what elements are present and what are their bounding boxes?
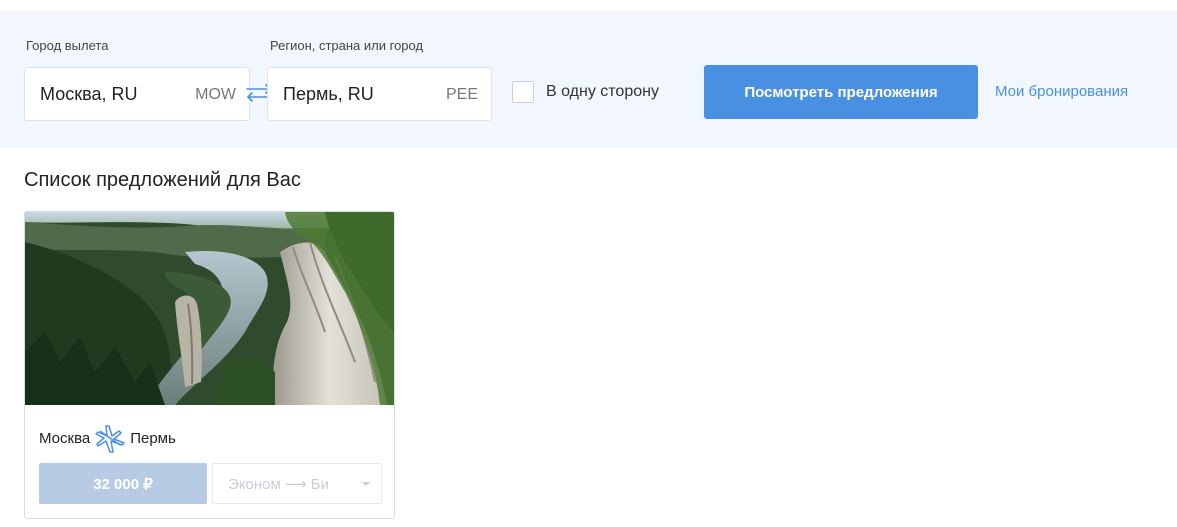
from-code: MOW: [195, 86, 236, 103]
from-city: Москва, RU: [40, 84, 138, 104]
class-select[interactable]: Эконом ⟶ Би: [212, 463, 382, 504]
chevron-down-icon: [362, 482, 370, 486]
my-bookings-link[interactable]: Мои бронирования: [995, 83, 1128, 100]
from-field[interactable]: Москва, RU MOW: [24, 67, 250, 121]
route: Москва Пермь: [39, 424, 176, 453]
one-way-checkbox[interactable]: [512, 81, 534, 103]
price-button[interactable]: 32 000 ₽: [39, 463, 207, 504]
destination-photo: [25, 212, 394, 405]
to-field[interactable]: Пермь, RU PEE: [267, 67, 492, 121]
view-offers-button[interactable]: Посмотреть предложения: [704, 65, 978, 119]
route-from: Москва: [39, 429, 91, 447]
offer-card[interactable]: Москва Пермь 32 000 ₽ Эконом ⟶ Би: [24, 211, 395, 519]
route-to: Пермь: [130, 429, 176, 447]
one-way-label[interactable]: В одну сторону: [546, 83, 659, 101]
class-select-value: Эконом ⟶ Би: [228, 476, 329, 493]
offers-title: Список предложений для Вас: [24, 169, 301, 191]
from-label: Город вылета: [26, 38, 109, 53]
plane-icon: [95, 425, 125, 453]
to-city: Пермь, RU: [283, 84, 374, 104]
to-label: Регион, страна или город: [270, 38, 424, 53]
to-code: PEE: [445, 86, 478, 103]
